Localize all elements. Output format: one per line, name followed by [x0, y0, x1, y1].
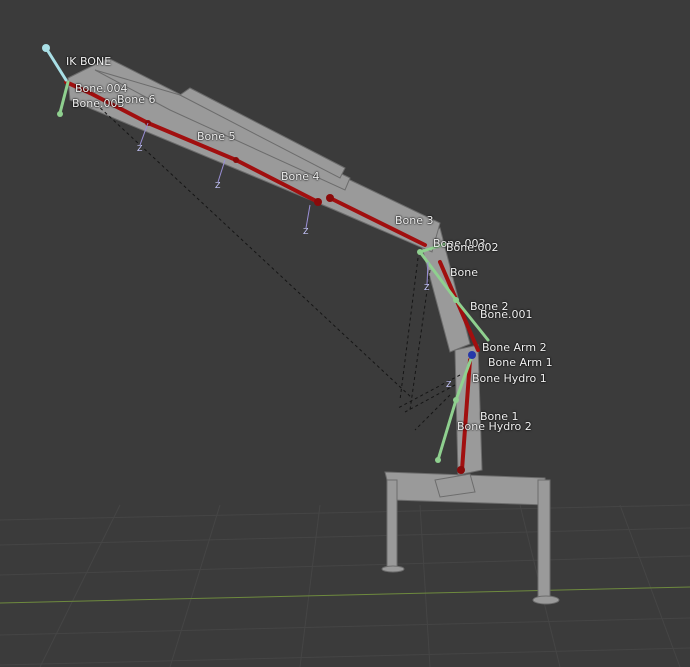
- floor-grid: [0, 504, 690, 667]
- bone-005-shape: [58, 80, 70, 115]
- label-bone-6: Bone 6: [117, 93, 156, 106]
- 3d-viewport[interactable]: Z Z Z Z Z IK BONE Bone.004 Bone.005 Bone…: [0, 0, 690, 667]
- axis-z-label: Z: [215, 181, 221, 190]
- label-bone-arm-2: Bone Arm 2: [482, 341, 547, 354]
- bone-arm-joint[interactable]: [468, 351, 476, 359]
- label-bone-3: Bone 3: [395, 214, 434, 227]
- label-ik-bone: IK BONE: [66, 55, 112, 68]
- label-bone-arm-1: Bone Arm 1: [488, 356, 553, 369]
- label-bone-4: Bone 4: [281, 170, 320, 183]
- x-axis-line: [0, 586, 690, 604]
- label-bone-5: Bone 5: [197, 130, 236, 143]
- bone-hydro-2-shape: [436, 398, 458, 462]
- ik-bone-shape[interactable]: [42, 44, 68, 82]
- axis-z-label: Z: [137, 144, 143, 153]
- axis-z-label: Z: [446, 380, 452, 389]
- label-bone: Bone: [450, 266, 479, 279]
- label-bone-hydro-2: Bone Hydro 2: [457, 420, 532, 433]
- label-bone-001: Bone.001: [480, 308, 533, 321]
- label-bone-hydro-1: Bone Hydro 1: [472, 372, 547, 385]
- axis-z-label: Z: [303, 227, 309, 236]
- label-bone-002: Bone.002: [446, 241, 499, 254]
- axis-z-label: Z: [424, 283, 430, 292]
